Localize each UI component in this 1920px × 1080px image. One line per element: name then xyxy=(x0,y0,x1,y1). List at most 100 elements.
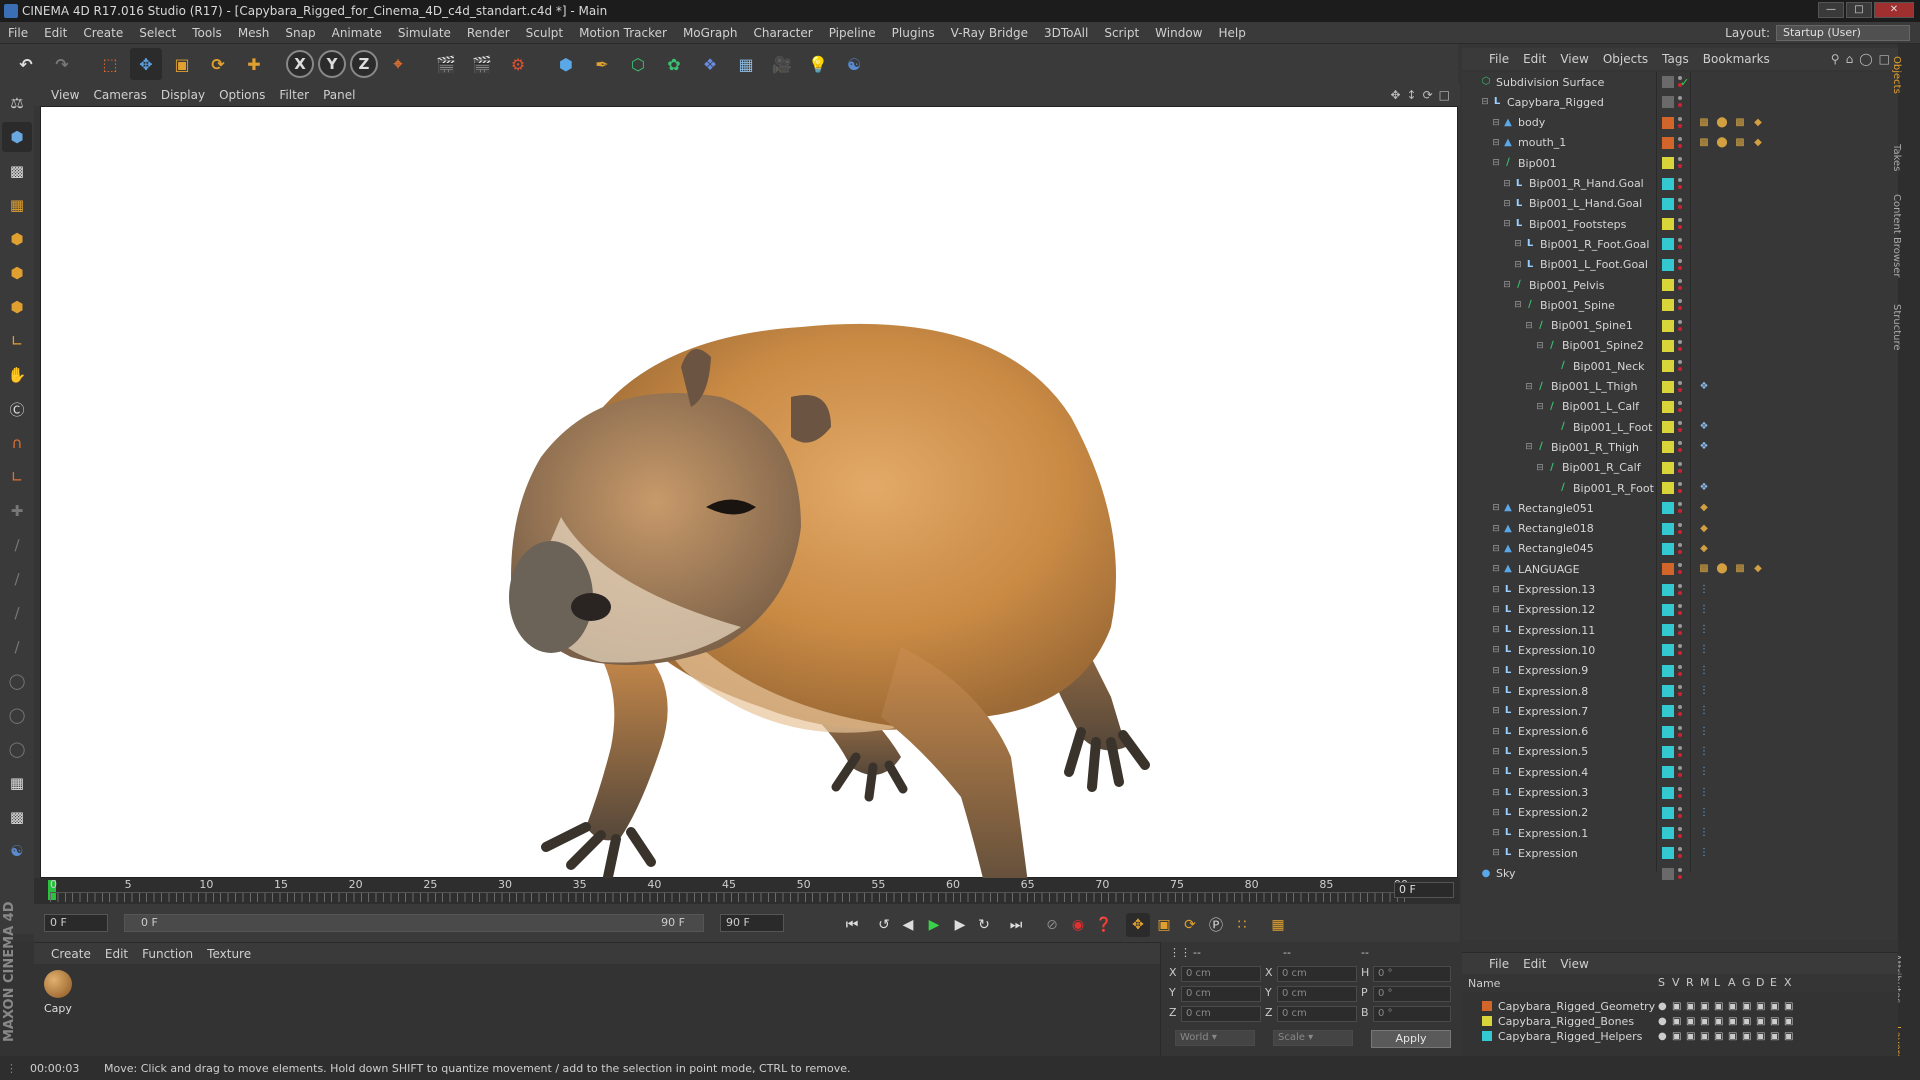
object-row[interactable]: ⊟ L Expression.2 ⋮ xyxy=(1462,803,1898,823)
expand-toggle-icon[interactable]: ⊟ xyxy=(1490,157,1502,169)
menu-window[interactable]: Window xyxy=(1147,26,1210,40)
object-name[interactable]: Expression.10 xyxy=(1518,644,1595,657)
expand-toggle-icon[interactable]: ⊟ xyxy=(1490,685,1502,697)
grid-snap-icon[interactable]: ▦ xyxy=(2,768,32,798)
visibility-dots-icon[interactable] xyxy=(1678,481,1682,495)
visibility-dots-icon[interactable] xyxy=(1678,440,1682,454)
object-menu-tags[interactable]: Tags xyxy=(1655,52,1696,66)
object-name[interactable]: Subdivision Surface xyxy=(1496,76,1604,89)
object-row[interactable]: ⊟ L Expression.4 ⋮ xyxy=(1462,762,1898,782)
layer-color-swatch[interactable] xyxy=(1662,360,1674,373)
y-axis-lock-button[interactable]: Y xyxy=(318,50,346,78)
menu-simulate[interactable]: Simulate xyxy=(390,26,459,40)
previous-key-icon[interactable]: ↺ xyxy=(872,913,896,937)
viewport-menu-view[interactable]: View xyxy=(44,88,86,102)
visibility-dots-icon[interactable] xyxy=(1678,765,1682,779)
xpresso-tag-icon[interactable]: ⋮ xyxy=(1698,787,1710,799)
object-row[interactable]: ⊟ ∕ Bip001_Spine2 xyxy=(1462,336,1898,356)
workplane-icon[interactable]: ∟ xyxy=(2,462,32,492)
menu-character[interactable]: Character xyxy=(745,26,820,40)
object-row[interactable]: ⊟ L Bip001_L_Hand.Goal xyxy=(1462,194,1898,214)
enabled-check-icon[interactable]: ✓ xyxy=(1680,76,1689,89)
ik-tag-icon[interactable]: ❖ xyxy=(1698,482,1710,494)
tweak-mode-icon[interactable]: ✋ xyxy=(2,360,32,390)
layer-color-swatch[interactable] xyxy=(1662,279,1674,291)
expand-toggle-icon[interactable]: ⊟ xyxy=(1490,827,1502,839)
layer-name[interactable]: Capybara_Rigged_Helpers xyxy=(1498,1030,1642,1043)
checker-icon[interactable]: ▩ xyxy=(2,802,32,832)
expand-toggle-icon[interactable]: ⊟ xyxy=(1490,137,1502,149)
workplane-mode-icon[interactable]: ▦ xyxy=(2,190,32,220)
object-name[interactable]: Expression.13 xyxy=(1518,583,1595,596)
object-row[interactable]: ⊟ ∕ Bip001 xyxy=(1462,153,1898,173)
tab-objects[interactable]: Objects xyxy=(1891,56,1902,94)
visibility-dots-icon[interactable] xyxy=(1678,704,1682,718)
play-forward-icon[interactable]: ▶ xyxy=(922,913,946,937)
layer-flag-icon[interactable]: ▣ xyxy=(1728,1016,1737,1027)
visibility-dots-icon[interactable] xyxy=(1678,400,1682,414)
visibility-dots-icon[interactable] xyxy=(1678,846,1682,860)
xpresso-tag-icon[interactable]: ⋮ xyxy=(1698,644,1710,656)
coord-pos-field[interactable]: 0 cm xyxy=(1181,986,1261,1002)
floor-environment-icon[interactable]: ▦ xyxy=(730,48,762,80)
apply-button[interactable]: Apply xyxy=(1371,1030,1451,1048)
object-name[interactable]: Bip001_Spine2 xyxy=(1562,339,1644,352)
rotate-tool-icon[interactable]: ⟳ xyxy=(202,48,234,80)
deformer-icon[interactable]: ❖ xyxy=(694,48,726,80)
layer-color-swatch[interactable] xyxy=(1662,461,1674,474)
object-name[interactable]: Expression xyxy=(1518,847,1578,860)
axis-mode-icon[interactable]: ∟ xyxy=(2,326,32,356)
object-menu-view[interactable]: View xyxy=(1553,52,1595,66)
object-name[interactable]: mouth_1 xyxy=(1518,136,1566,149)
object-name[interactable]: Expression.3 xyxy=(1518,786,1588,799)
object-row[interactable]: ⊟ L Bip001_R_Foot.Goal xyxy=(1462,234,1898,254)
material-menu-function[interactable]: Function xyxy=(135,947,200,961)
ik-tag-icon[interactable]: ❖ xyxy=(1698,421,1710,433)
expand-toggle-icon[interactable] xyxy=(1545,482,1557,494)
coord-rot-field[interactable]: 0 ° xyxy=(1373,966,1451,982)
menu-snap[interactable]: Snap xyxy=(277,26,323,40)
record-active-objects-icon[interactable]: ◉ xyxy=(1066,913,1090,937)
menu-animate[interactable]: Animate xyxy=(324,26,390,40)
expand-toggle-icon[interactable]: ⊟ xyxy=(1490,726,1502,738)
visibility-dots-icon[interactable] xyxy=(1678,867,1682,881)
tab-structure[interactable]: Structure xyxy=(1891,304,1902,351)
object-name[interactable]: Expression.11 xyxy=(1518,624,1595,637)
expand-toggle-icon[interactable]: ⊟ xyxy=(1512,259,1524,271)
menu-sculpt[interactable]: Sculpt xyxy=(518,26,571,40)
layer-color-swatch[interactable] xyxy=(1662,827,1674,840)
object-row[interactable]: ⊟ ▲ LANGUAGE ▩ ⬤ ▩ ◆ xyxy=(1462,559,1898,579)
object-row[interactable]: ⊟ L Expression.13 ⋮ xyxy=(1462,580,1898,600)
layer-name[interactable]: Capybara_Rigged_Geometry xyxy=(1498,1000,1655,1013)
layer-color-swatch[interactable] xyxy=(1662,218,1674,231)
object-name[interactable]: Bip001_R_Foot xyxy=(1573,482,1654,495)
polygon-mode-icon[interactable]: ⬢ xyxy=(2,292,32,322)
camera-icon[interactable]: 🎥 xyxy=(766,48,798,80)
z-axis-lock-button[interactable]: Z xyxy=(350,50,378,78)
layer-flag-icon[interactable]: ▣ xyxy=(1714,1001,1723,1012)
layer-color-swatch[interactable] xyxy=(1662,319,1674,332)
expand-toggle-icon[interactable]: ⊟ xyxy=(1501,279,1513,291)
solo-icon[interactable]: ◯ xyxy=(2,700,32,730)
layer-color-swatch[interactable] xyxy=(1662,624,1674,637)
object-menu-objects[interactable]: Objects xyxy=(1596,52,1655,66)
visibility-dots-icon[interactable] xyxy=(1678,278,1682,292)
layer-row[interactable]: Capybara_Rigged_Helpers ● ▣ ▣ ▣ ▣ ▣ ▣ ▣ ▣ ▣ xyxy=(1462,1028,1898,1044)
object-name[interactable]: Expression.9 xyxy=(1518,664,1588,677)
layer-flag-icon[interactable]: ▣ xyxy=(1784,1001,1793,1012)
viewport-menu-panel[interactable]: Panel xyxy=(316,88,362,102)
tag-icon[interactable]: ◆ xyxy=(1752,137,1764,149)
expand-toggle-icon[interactable]: ⊟ xyxy=(1534,462,1546,474)
menu-select[interactable]: Select xyxy=(131,26,184,40)
live-selection-icon[interactable]: ⬚ xyxy=(94,48,126,80)
layer-flag-icon[interactable]: ▣ xyxy=(1672,1001,1681,1012)
visibility-dots-icon[interactable] xyxy=(1678,542,1682,556)
tag-icon[interactable]: ▩ xyxy=(1734,137,1746,149)
end-frame-field[interactable]: 90 F xyxy=(720,914,784,932)
visibility-dots-icon[interactable] xyxy=(1678,359,1682,373)
record-position-icon[interactable]: ✥ xyxy=(1126,913,1150,937)
object-row[interactable]: ⊟ ∕ Bip001_Spine1 xyxy=(1462,316,1898,336)
object-row[interactable]: ⊟ L Expression.1 ⋮ xyxy=(1462,823,1898,843)
material-menu-texture[interactable]: Texture xyxy=(200,947,258,961)
object-menu-file[interactable]: File xyxy=(1482,52,1516,66)
